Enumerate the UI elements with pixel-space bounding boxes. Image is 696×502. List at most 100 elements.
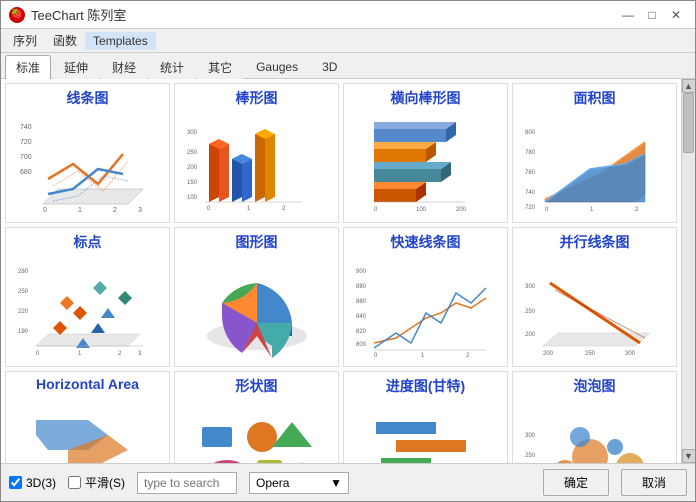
chart-area-bubble: 300 250 200 200 250 300 xyxy=(517,398,672,463)
checkbox-smooth-text: 平滑(S) xyxy=(85,474,125,491)
svg-text:860: 860 xyxy=(356,299,367,305)
scroll-down-button[interactable]: ▼ xyxy=(682,449,696,463)
chart-area-gantt xyxy=(348,398,503,463)
chart-title-area3d: 面积图 xyxy=(574,88,616,108)
chart-cell-parallel[interactable]: 并行线条图 300 250 200 xyxy=(512,227,677,367)
chart-title-pie: 图形图 xyxy=(236,232,278,252)
svg-text:200: 200 xyxy=(456,207,467,213)
chart-area-fastline: 900 880 860 840 820 800 0 xyxy=(348,254,503,362)
svg-text:1: 1 xyxy=(247,206,251,212)
tab-stats[interactable]: 统计 xyxy=(149,55,195,79)
chart-area-area3d: 800 780 760 740 720 xyxy=(517,110,672,218)
scrollbar-track[interactable] xyxy=(682,93,695,449)
tab-finance[interactable]: 财经 xyxy=(101,55,147,79)
svg-text:0: 0 xyxy=(43,207,47,214)
chart-title-hbar3d: 横向棒形图 xyxy=(391,88,461,108)
tab-other[interactable]: 其它 xyxy=(197,55,243,79)
checkbox-3d[interactable] xyxy=(9,476,22,489)
svg-text:2: 2 xyxy=(635,207,639,213)
chart-title-gantt: 进度图(甘特) xyxy=(386,376,465,396)
chart-cell-bubble[interactable]: 泡泡图 300 250 xyxy=(512,371,677,463)
svg-text:100: 100 xyxy=(416,207,427,213)
svg-text:0: 0 xyxy=(36,351,40,357)
search-input[interactable] xyxy=(137,472,237,494)
menu-item-function[interactable]: 函数 xyxy=(45,30,85,51)
svg-text:250: 250 xyxy=(18,289,29,295)
chart-cell-harea[interactable]: Horizontal Area xyxy=(5,371,170,463)
tab-extended[interactable]: 延伸 xyxy=(53,55,99,79)
chart-title-line3d: 线条图 xyxy=(67,88,109,108)
chart-title-shape: 形状图 xyxy=(236,376,278,396)
svg-text:680: 680 xyxy=(20,169,32,176)
tab-3d[interactable]: 3D xyxy=(311,56,348,77)
tab-standard[interactable]: 标准 xyxy=(5,55,51,80)
menu-item-sequence[interactable]: 序列 xyxy=(5,30,45,51)
svg-text:2: 2 xyxy=(466,353,470,359)
svg-text:250: 250 xyxy=(525,309,536,315)
svg-text:2: 2 xyxy=(118,351,122,357)
tab-gauges[interactable]: Gauges xyxy=(245,56,309,77)
checkbox-3d-label[interactable]: 3D(3) xyxy=(9,476,56,490)
svg-text:2: 2 xyxy=(282,206,286,212)
checkbox-smooth-label[interactable]: 平滑(S) xyxy=(68,474,125,491)
chart-cell-line3d[interactable]: 线条图 740 720 700 680 xyxy=(5,83,170,223)
svg-text:300: 300 xyxy=(625,351,636,357)
svg-text:1: 1 xyxy=(421,353,425,359)
svg-text:2: 2 xyxy=(113,207,117,214)
checkbox-smooth[interactable] xyxy=(68,476,81,489)
svg-text:1: 1 xyxy=(590,207,594,213)
chart-area-hbar3d: 0 100 200 xyxy=(348,110,503,218)
chart-area-pie xyxy=(179,254,334,362)
app-icon: 🍓 xyxy=(9,7,25,23)
svg-text:740: 740 xyxy=(20,124,32,131)
scroll-up-button[interactable]: ▲ xyxy=(682,79,696,93)
minimize-button[interactable]: — xyxy=(617,6,639,24)
close-button[interactable]: ✕ xyxy=(665,6,687,24)
chart-cell-gantt[interactable]: 进度图(甘特) xyxy=(343,371,508,463)
svg-text:900: 900 xyxy=(356,269,367,275)
chart-cell-area3d[interactable]: 面积图 800 780 760 740 720 xyxy=(512,83,677,223)
scrollbar-thumb[interactable] xyxy=(683,93,694,153)
cancel-button[interactable]: 取消 xyxy=(621,469,687,496)
svg-text:840: 840 xyxy=(356,314,367,320)
svg-text:720: 720 xyxy=(525,205,536,211)
tabs-bar: 标准 延伸 财经 统计 其它 Gauges 3D xyxy=(1,53,695,79)
chart-area-line3d: 740 720 700 680 xyxy=(10,110,165,218)
svg-text:200: 200 xyxy=(543,351,554,357)
svg-text:250: 250 xyxy=(585,351,596,357)
window-title: TeeChart 陈列室 xyxy=(31,5,126,24)
svg-text:3: 3 xyxy=(138,351,142,357)
confirm-button[interactable]: 确定 xyxy=(543,469,609,496)
chart-cell-scatter[interactable]: 标点 280 250 220 190 xyxy=(5,227,170,367)
main-window: 🍓 TeeChart 陈列室 — □ ✕ 序列 函数 Templates 标准 … xyxy=(0,0,696,502)
menu-bar: 序列 函数 Templates xyxy=(1,29,695,53)
maximize-button[interactable]: □ xyxy=(641,6,663,24)
svg-text:740: 740 xyxy=(525,190,536,196)
chart-title-bubble: 泡泡图 xyxy=(574,376,616,396)
chart-area-harea xyxy=(10,394,165,463)
menu-item-templates[interactable]: Templates xyxy=(85,32,156,50)
svg-text:200: 200 xyxy=(525,332,536,338)
svg-text:0: 0 xyxy=(374,353,378,359)
chart-cell-bar3d[interactable]: 棒形图 300 250 200 150 100 xyxy=(174,83,339,223)
chart-cell-hbar3d[interactable]: 横向棒形图 xyxy=(343,83,508,223)
dropdown-arrow-icon: ▼ xyxy=(330,476,342,490)
chart-title-harea: Horizontal Area xyxy=(36,376,139,392)
checkbox-3d-text: 3D(3) xyxy=(26,476,56,490)
title-bar-left: 🍓 TeeChart 陈列室 xyxy=(9,5,126,24)
chart-grid-container[interactable]: 线条图 740 720 700 680 xyxy=(1,79,681,463)
svg-text:720: 720 xyxy=(20,139,32,146)
chart-title-scatter: 标点 xyxy=(74,232,102,252)
chart-cell-shape[interactable]: 形状图 xyxy=(174,371,339,463)
chart-title-parallel: 并行线条图 xyxy=(560,232,630,252)
svg-text:0: 0 xyxy=(207,206,211,212)
dropdown-select[interactable]: Opera ▼ xyxy=(249,472,349,494)
chart-cell-fastline[interactable]: 快速线条图 900 880 860 840 820 800 xyxy=(343,227,508,367)
scrollbar[interactable]: ▲ ▼ xyxy=(681,79,695,463)
svg-text:820: 820 xyxy=(356,329,367,335)
svg-text:100: 100 xyxy=(187,195,198,201)
svg-text:250: 250 xyxy=(187,150,198,156)
svg-text:300: 300 xyxy=(525,433,536,439)
svg-text:760: 760 xyxy=(525,170,536,176)
chart-cell-pie[interactable]: 图形图 xyxy=(174,227,339,367)
